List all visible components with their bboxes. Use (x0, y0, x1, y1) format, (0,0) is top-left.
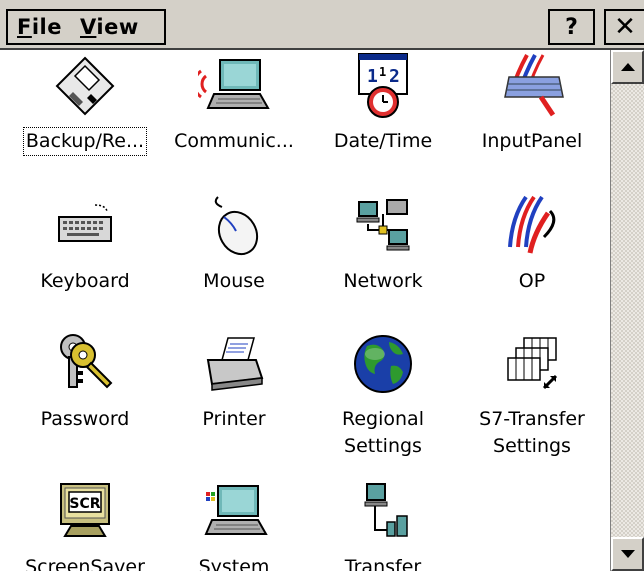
item-keyboard[interactable]: Keyboard (10, 190, 160, 295)
item-label: Mouse (203, 270, 265, 292)
item-label: Communic... (174, 130, 294, 152)
item-label: Keyboard (40, 270, 130, 292)
item-communication[interactable]: Communic... (159, 50, 309, 155)
item-label: Backup/Re... (22, 127, 148, 156)
menu-file[interactable]: File (8, 15, 71, 39)
item-label: System (198, 556, 270, 571)
item-input-panel[interactable]: InputPanel (457, 50, 607, 155)
keys-icon (49, 328, 121, 400)
item-op[interactable]: OP (457, 190, 607, 295)
item-label: OP (518, 270, 546, 292)
item-mouse[interactable]: Mouse (159, 190, 309, 295)
item-backup[interactable]: Backup/Re... (10, 50, 160, 156)
item-password[interactable]: Password (10, 328, 160, 433)
item-transfer[interactable]: Transfer (308, 476, 458, 571)
item-date-time[interactable]: 1 1 2 Date/Time (308, 50, 458, 155)
svg-text:1: 1 (367, 66, 378, 87)
arrow-down-icon (620, 550, 635, 558)
item-label: Password (40, 408, 130, 430)
calendar-clock-icon: 1 1 2 (347, 50, 419, 122)
floppy-disk-icon (49, 50, 121, 122)
item-label: Printer (202, 408, 266, 430)
item-label: S7-Transfer Settings (479, 408, 585, 457)
globe-icon (347, 328, 419, 400)
control-panel-icon-view: Backup/Re... Communic... 1 1 2 Date/Time… (0, 50, 610, 571)
item-label: Regional Settings (342, 408, 424, 457)
mouse-icon (198, 190, 270, 262)
scroll-down-button[interactable] (611, 537, 644, 571)
op-logo-icon (496, 190, 568, 262)
item-label: ScreenSaver (25, 556, 145, 571)
network-icon (347, 190, 419, 262)
item-label: Date/Time (333, 130, 433, 152)
item-label: Network (343, 270, 423, 292)
keyboard-pen-icon (496, 50, 568, 122)
arrow-up-icon (620, 63, 635, 71)
menu-view[interactable]: View (71, 15, 148, 39)
transfer-devices-icon (347, 476, 419, 548)
menu-group: File View (6, 9, 166, 45)
item-s7-transfer-settings[interactable]: S7-Transfer Settings (457, 328, 607, 460)
scroll-up-button[interactable] (611, 50, 644, 84)
item-label: Transfer (344, 556, 422, 571)
item-screensaver[interactable]: SCR ScreenSaver (10, 476, 160, 571)
printer-icon (198, 328, 270, 400)
help-button[interactable]: ? (548, 9, 595, 45)
screensaver-monitor-icon: SCR (49, 476, 121, 548)
item-label: InputPanel (481, 130, 583, 152)
item-regional-settings[interactable]: Regional Settings (308, 328, 458, 460)
communication-laptop-icon (198, 50, 270, 122)
item-system[interactable]: System (159, 476, 309, 571)
vertical-scrollbar[interactable] (610, 50, 644, 571)
menu-bar: File View ? ✕ (0, 0, 644, 50)
s7-transfer-icon (496, 328, 568, 400)
system-laptop-icon (198, 476, 270, 548)
keyboard-icon (49, 190, 121, 262)
svg-text:1: 1 (379, 65, 386, 79)
item-network[interactable]: Network (308, 190, 458, 295)
svg-text:2: 2 (389, 66, 400, 87)
item-printer[interactable]: Printer (159, 328, 309, 433)
close-button[interactable]: ✕ (604, 9, 644, 45)
svg-text:SCR: SCR (69, 496, 100, 512)
